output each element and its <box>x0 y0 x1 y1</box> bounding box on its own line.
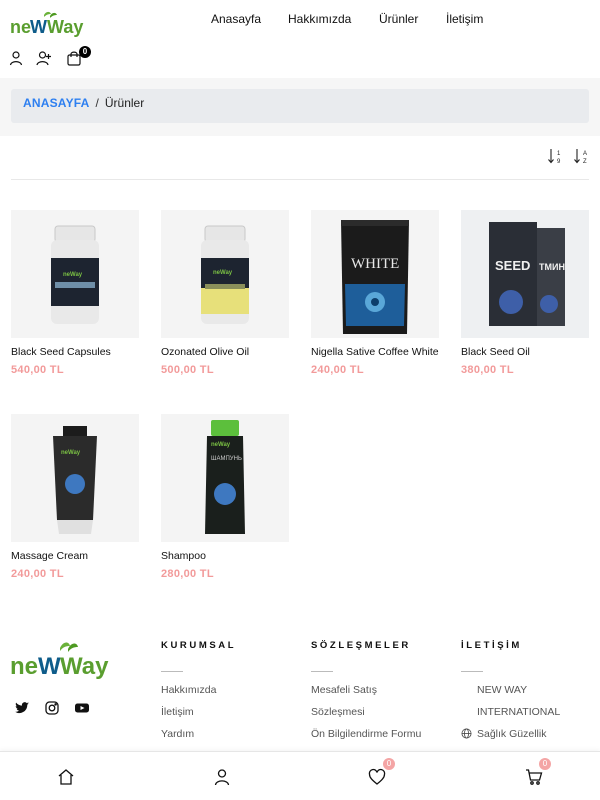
footer-contact-line: Sağlık Güzellik <box>461 728 600 750</box>
toolbar-divider <box>11 179 589 180</box>
breadcrumb-home-link[interactable]: ANASAYFA <box>23 96 90 110</box>
svg-text:1: 1 <box>557 151 561 157</box>
footer-col-title: KURUMSAL <box>161 640 237 651</box>
heart-icon[interactable] <box>368 768 386 786</box>
breadcrumb-current: Ürünler <box>104 96 145 110</box>
svg-text:neWay: neWay <box>61 450 81 456</box>
site-header: ne W Way Anasayfa Hakkımızda Ürünler İle… <box>0 0 600 78</box>
product-price: 240,00 TL <box>311 364 364 376</box>
svg-text:A: A <box>583 151 587 157</box>
svg-text:neWay: neWay <box>211 442 231 448</box>
product-price: 540,00 TL <box>11 364 64 376</box>
nav-iletisim[interactable]: İletişim <box>446 12 483 26</box>
footer-contact-line: INTERNATIONAL <box>477 706 561 718</box>
breadcrumb-band: ANASAYFA / Ürünler <box>0 78 600 136</box>
product-price: 280,00 TL <box>161 568 214 580</box>
product-card[interactable]: ШАМПУНЬ neWay Shampoo 280,00 TL <box>161 414 291 580</box>
sort-numeric-icon[interactable]: 1 9 <box>547 147 565 165</box>
main-nav: Anasayfa Hakkımızda Ürünler İletişim <box>0 12 600 28</box>
svg-text:ТМИН: ТМИН <box>539 262 565 272</box>
nav-anasayfa[interactable]: Anasayfa <box>211 12 261 26</box>
user-icon[interactable] <box>8 50 24 66</box>
product-image[interactable]: SEED ТМИН <box>461 210 589 338</box>
svg-text:9: 9 <box>557 159 561 165</box>
nav-hakkimizda[interactable]: Hakkımızda <box>288 12 351 26</box>
svg-text:neWay: neWay <box>63 272 83 278</box>
footer-col-divider <box>461 671 483 672</box>
footer-link[interactable]: Sözleşmesi <box>311 706 451 728</box>
product-image[interactable]: neWay <box>11 414 139 542</box>
header-cart-badge: 0 <box>79 46 91 58</box>
svg-text:ne: ne <box>10 653 38 680</box>
product-name[interactable]: Ozonated Olive Oil <box>161 345 291 360</box>
twitter-icon[interactable] <box>14 700 30 716</box>
breadcrumb-separator: / <box>95 96 99 110</box>
footer-col-kurumsal: KURUMSAL Hakkımızda İletişim Yardım <box>161 640 301 750</box>
footer-logo[interactable]: ne W Way <box>10 640 122 685</box>
footer-col-iletisim: İLETİŞİM NEW WAY INTERNATIONAL Sağlık Gü… <box>461 640 600 750</box>
product-price: 240,00 TL <box>11 568 64 580</box>
nav-urunler[interactable]: Ürünler <box>379 12 418 26</box>
product-name[interactable]: Massage Cream <box>11 549 141 564</box>
user-add-icon[interactable] <box>36 50 52 66</box>
home-icon[interactable] <box>57 768 75 786</box>
footer-contact-text: Sağlık Güzellik <box>477 728 547 740</box>
product-name[interactable]: Black Seed Oil <box>461 345 591 360</box>
product-card[interactable]: WHITE Nigella Sative Coffee White 240,00… <box>311 210 441 376</box>
instagram-icon[interactable] <box>44 700 60 716</box>
product-image[interactable]: neWay <box>161 210 289 338</box>
product-price: 500,00 TL <box>161 364 214 376</box>
bottom-nav-bar <box>0 751 600 800</box>
footer-col-divider <box>311 671 333 672</box>
product-price: 380,00 TL <box>461 364 514 376</box>
footer-link[interactable]: Mesafeli Satış <box>311 684 451 706</box>
account-icon[interactable] <box>213 768 231 786</box>
youtube-icon[interactable] <box>74 700 90 716</box>
product-card[interactable]: neWay Black Seed Capsules 540,00 TL <box>11 210 141 376</box>
product-card[interactable]: SEED ТМИН Black Seed Oil 380,00 TL <box>461 210 591 376</box>
svg-text:SEED: SEED <box>495 258 530 273</box>
product-name[interactable]: Shampoo <box>161 549 291 564</box>
product-image[interactable]: neWay <box>11 210 139 338</box>
svg-text:W: W <box>38 653 61 680</box>
svg-text:Way: Way <box>60 653 109 680</box>
footer-link[interactable]: Ön Bilgilendirme Formu <box>311 728 451 750</box>
svg-text:WHITE: WHITE <box>351 256 399 272</box>
product-name[interactable]: Black Seed Capsules <box>11 345 141 360</box>
globe-icon <box>461 728 472 739</box>
svg-text:Z: Z <box>583 159 587 165</box>
footer-col-title: İLETİŞİM <box>461 640 522 651</box>
footer-link[interactable]: Yardım <box>161 728 301 750</box>
footer-col-sozlesmeler: SÖZLEŞMELER Mesafeli Satış Sözleşmesi Ön… <box>311 640 451 750</box>
svg-text:neWay: neWay <box>213 270 233 276</box>
footer-link[interactable]: İletişim <box>161 706 301 728</box>
sort-alpha-icon[interactable]: A Z <box>573 147 591 165</box>
cart-badge: 0 <box>539 758 551 770</box>
product-image[interactable]: WHITE <box>311 210 439 338</box>
product-card[interactable]: neWay Massage Cream 240,00 TL <box>11 414 141 580</box>
footer-contact-line: NEW WAY <box>477 684 528 696</box>
product-card[interactable]: neWay Ozonated Olive Oil 500,00 TL <box>161 210 291 376</box>
footer-col-divider <box>161 671 183 672</box>
svg-text:ШАМПУНЬ: ШАМПУНЬ <box>211 456 242 462</box>
footer-link[interactable]: Hakkımızda <box>161 684 301 706</box>
breadcrumb: ANASAYFA / Ürünler <box>11 89 589 123</box>
cart-icon[interactable] <box>525 768 543 786</box>
footer-col-title: SÖZLEŞMELER <box>311 640 411 651</box>
product-image[interactable]: ШАМПУНЬ neWay <box>161 414 289 542</box>
wishlist-badge: 0 <box>383 758 395 770</box>
product-name[interactable]: Nigella Sative Coffee White <box>311 345 441 360</box>
